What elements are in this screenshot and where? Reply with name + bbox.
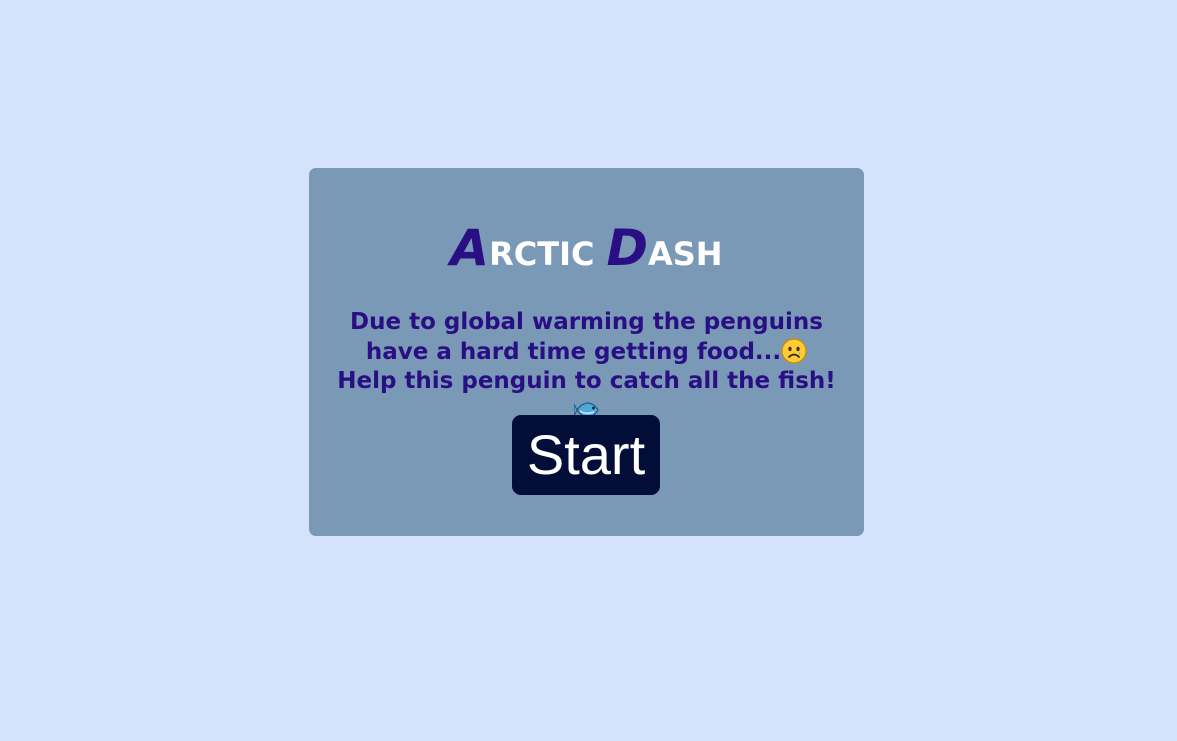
title-word-rctic: RCTIC [489, 235, 595, 273]
sad-face-icon [781, 337, 807, 364]
title-word-ash: ASH [647, 235, 723, 273]
description-text-1: Due to global warming the penguins have … [350, 309, 823, 365]
game-description: Due to global warming the penguins have … [333, 308, 840, 426]
description-text-2: Help this penguin to catch all the fish! [337, 368, 836, 394]
title-initial-d: D [606, 219, 648, 277]
game-title: ARCTIC DASH [309, 220, 864, 276]
title-initial-a: A [450, 219, 490, 277]
start-button[interactable]: Start [512, 415, 660, 495]
start-card: ARCTIC DASH Due to global warming the pen… [309, 168, 864, 536]
page: ARCTIC DASH Due to global warming the pen… [0, 0, 1177, 741]
